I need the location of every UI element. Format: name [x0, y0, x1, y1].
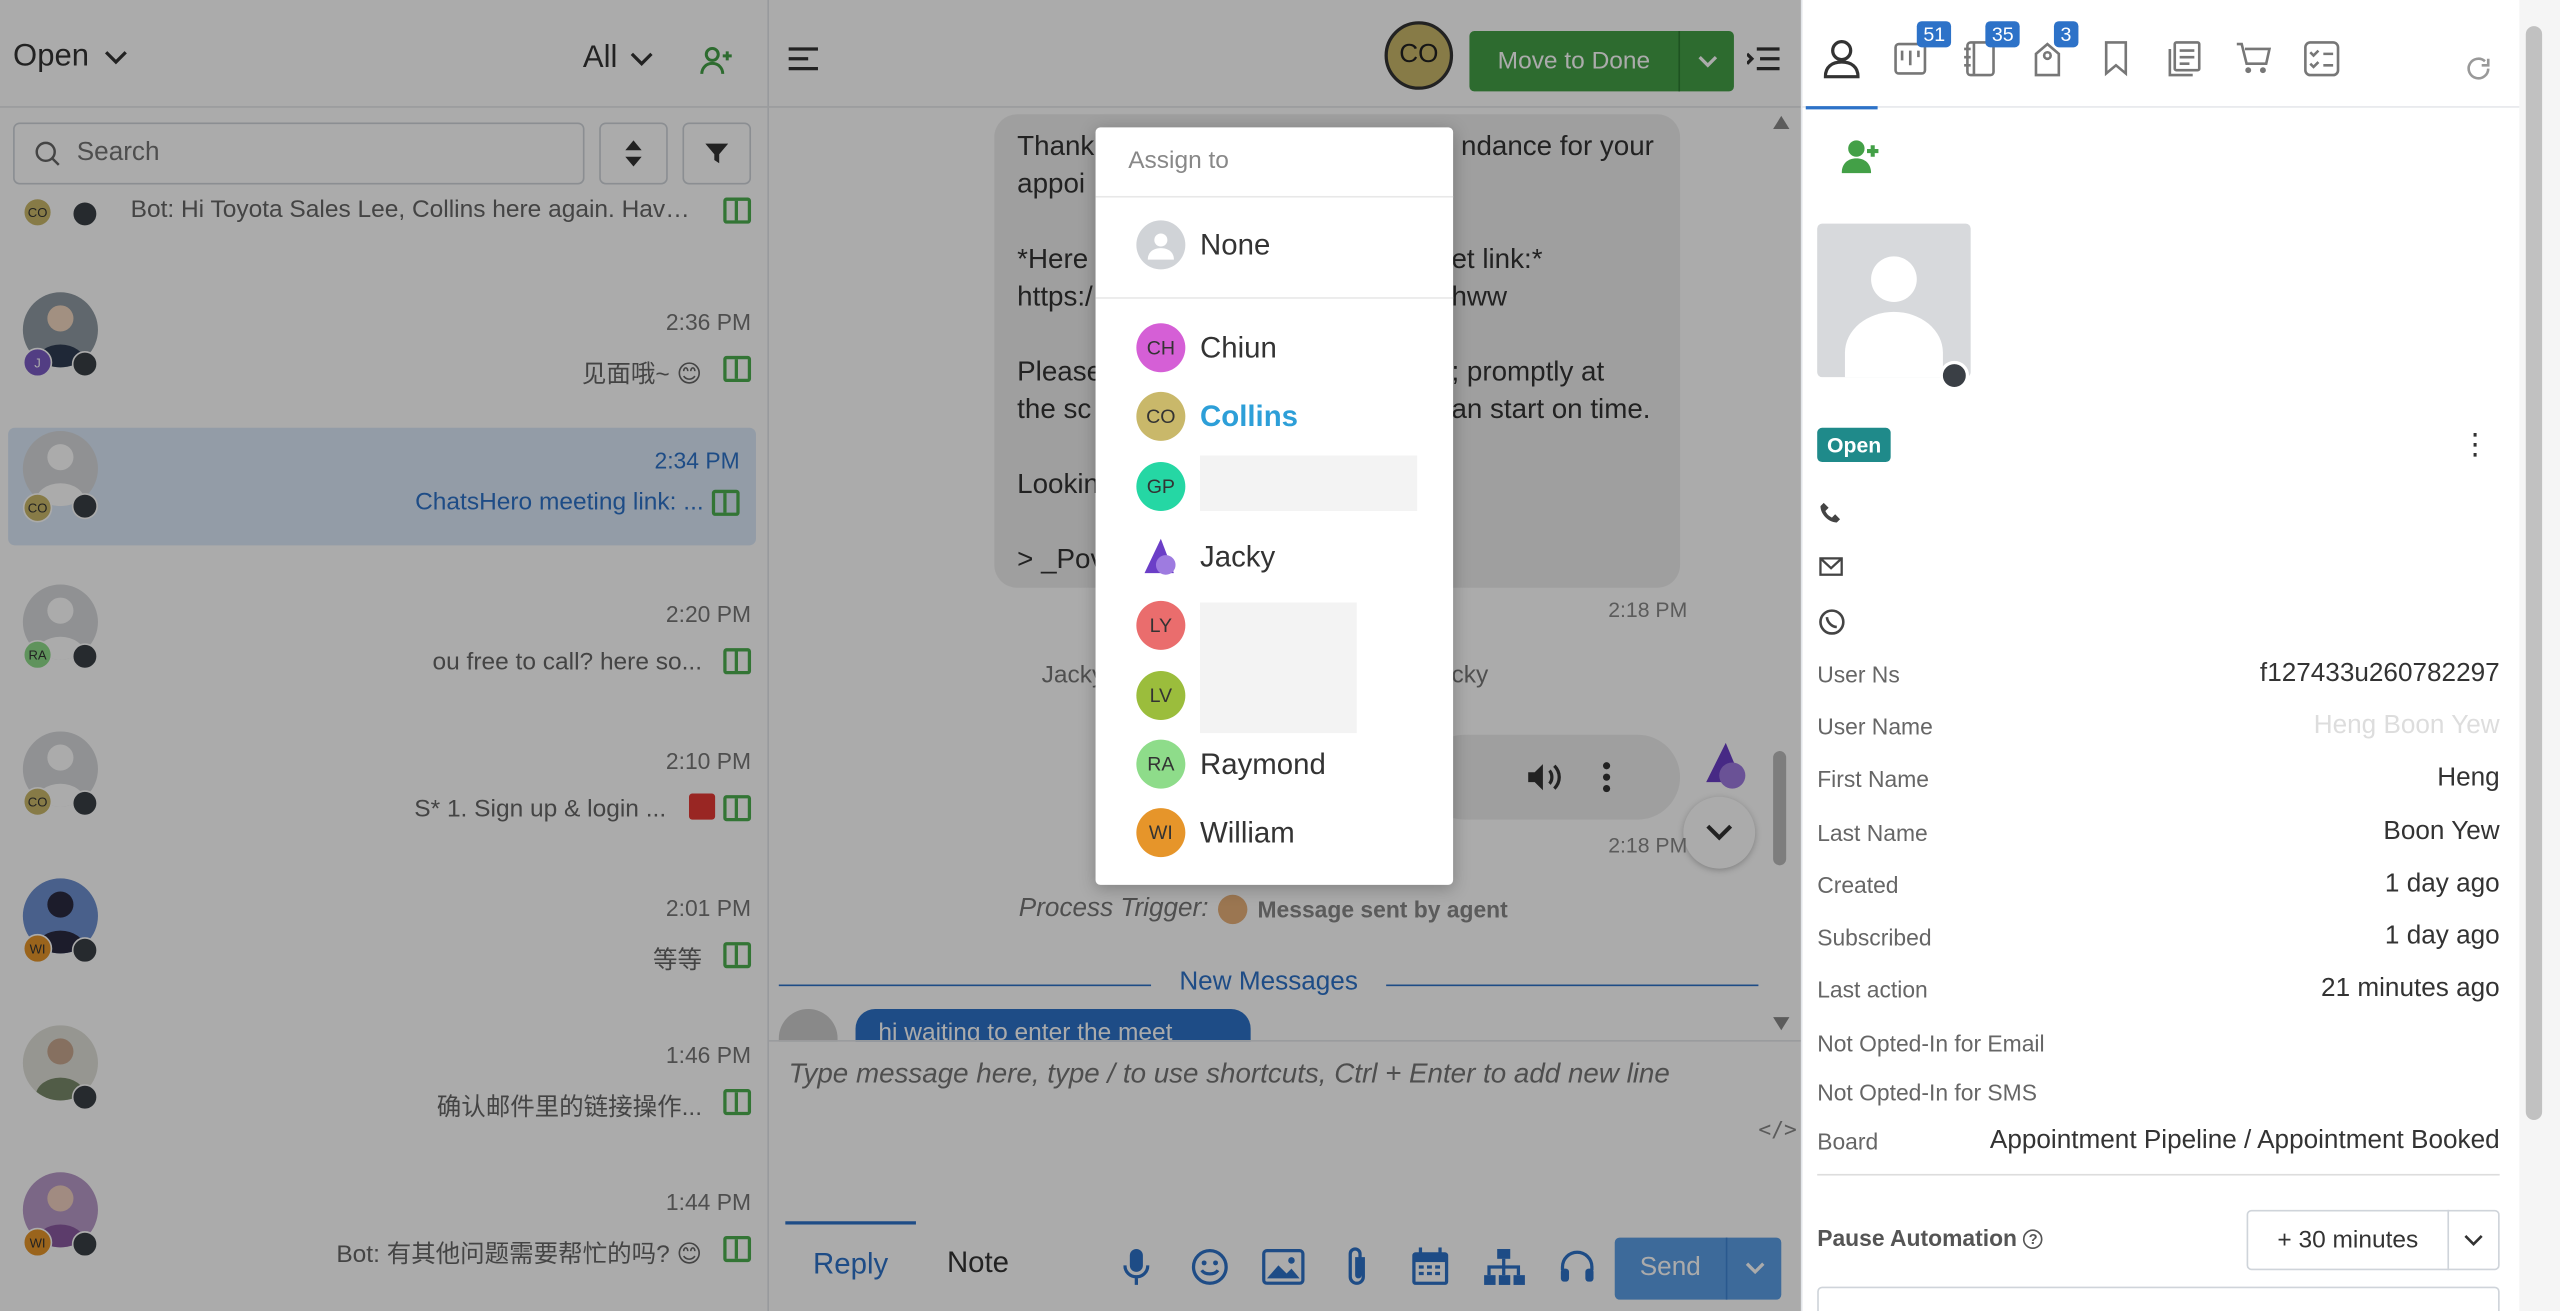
app-window: Open All CO Bot: Hi Toyota Sales Lee, Co…: [0, 0, 2560, 1311]
more-options-icon[interactable]: ⋮: [2460, 428, 2489, 462]
field-label: Not Opted-In for SMS: [1817, 1079, 2037, 1106]
assignee-name: Collins: [1200, 399, 1299, 432]
count-badge: 3: [2053, 21, 2078, 48]
field-value: 1 day ago: [2384, 870, 2500, 898]
pause-automation-text: Pause Automation: [1817, 1224, 2018, 1251]
field-value[interactable]: Heng Boon Yew: [2314, 712, 2500, 741]
field-subscribed: Subscribed 1 day ago: [1817, 919, 2499, 955]
tab-contact[interactable]: [1805, 36, 1878, 110]
field-label: First Name: [1817, 765, 1929, 792]
assign-option-chiun[interactable]: CH Chiun: [1096, 315, 1454, 380]
field-board: Board Appointment Pipeline / Appointment …: [1817, 1123, 2499, 1159]
assignee-name: None: [1200, 227, 1271, 261]
pause-automation-label: Pause Automation ?: [1817, 1225, 2043, 1251]
assignee-initials: LV: [1136, 671, 1186, 721]
tab-notes[interactable]: 35: [1956, 21, 2021, 82]
field-last-action: Last action 21 minutes ago: [1817, 971, 2499, 1007]
tab-board[interactable]: 51: [1887, 21, 1952, 82]
status-badge[interactable]: Open: [1817, 427, 1892, 463]
whatsapp-icon: [1939, 360, 1970, 391]
redacted-name: [1200, 455, 1418, 512]
assign-option-jacky[interactable]: Jacky: [1096, 524, 1454, 589]
modal-backdrop[interactable]: [0, 0, 1801, 1311]
phone-icon: [1820, 502, 1841, 523]
field-label: User Name: [1817, 713, 1933, 740]
field-value: 1 day ago: [2384, 922, 2500, 951]
document-icon: [2168, 41, 2201, 77]
field-label: Board: [1817, 1128, 1879, 1155]
field-label: Last Name: [1817, 819, 1928, 846]
refresh-icon[interactable]: [2465, 56, 2491, 82]
assignee-name: Jacky: [1200, 539, 1276, 573]
tab-checklist[interactable]: [2299, 36, 2345, 82]
divider: [1095, 297, 1454, 299]
contact-details-panel: 51 35 3 Open ⋮ User Ns f127433u260782297 …: [1800, 0, 2521, 1311]
assignee-initials: WI: [1136, 808, 1186, 858]
field-email-optin: Not Opted-In for Email: [1817, 1025, 2499, 1061]
field-created: Created 1 day ago: [1817, 867, 2499, 903]
assignee-initials: RA: [1136, 739, 1186, 789]
email-icon: [1819, 557, 1843, 576]
field-label: User Ns: [1817, 661, 1900, 688]
field-label: Not Opted-In for Email: [1817, 1030, 2045, 1057]
assignee-initials: GP: [1136, 462, 1186, 512]
assignee-name: Chiun: [1200, 330, 1277, 364]
assign-option-william[interactable]: WI William: [1096, 800, 1454, 865]
user-icon: [1136, 220, 1186, 270]
field-label: Created: [1817, 871, 1899, 898]
field-label: Subscribed: [1817, 924, 1932, 951]
count-badge: 35: [1985, 21, 2021, 48]
field-value[interactable]: Appointment Pipeline / Appointment Booke…: [1990, 1127, 2500, 1156]
pause-duration-dropdown[interactable]: + 30 minutes: [2246, 1209, 2500, 1271]
user-icon: [1823, 40, 1860, 79]
count-badge: 51: [1916, 21, 1952, 48]
checklist-icon: [2304, 41, 2340, 77]
cart-icon: [2236, 42, 2272, 74]
redacted-name: [1200, 602, 1357, 734]
add-contact-icon[interactable]: [1841, 139, 1881, 175]
field-user-name: User Name Heng Boon Yew: [1817, 709, 2499, 745]
page-scrollbar-thumb[interactable]: [2525, 26, 2543, 1121]
assign-option-raymond[interactable]: RA Raymond: [1096, 731, 1454, 796]
help-icon[interactable]: ?: [2023, 1229, 2043, 1250]
bookmark-icon: [2104, 41, 2128, 77]
assign-to-dropdown: Assign to None CH Chiun CO Collins GP Ja…: [1095, 127, 1454, 885]
field-label: Last action: [1817, 976, 1928, 1003]
field-user-ns: User Ns f127433u260782297: [1817, 656, 2499, 692]
assignee-initials: CO: [1136, 391, 1186, 441]
details-tabs: 51 35 3: [1802, 13, 2521, 110]
field-value[interactable]: Boon Yew: [2383, 818, 2499, 847]
assignee-name: William: [1200, 815, 1295, 849]
jacky-avatar: [1136, 532, 1185, 581]
chevron-down-icon[interactable]: [2449, 1234, 2498, 1247]
pause-duration-value: + 30 minutes: [2277, 1226, 2419, 1254]
field-first-name: First Name Heng: [1817, 761, 2499, 797]
field-value[interactable]: f127433u260782297: [2260, 660, 2500, 689]
divider: [1817, 1173, 2500, 1176]
field-value[interactable]: Heng: [2437, 764, 2499, 793]
assignee-name: Raymond: [1200, 746, 1326, 780]
next-field-box[interactable]: [1817, 1286, 2500, 1311]
assignee-initials: CH: [1136, 323, 1186, 373]
field-sms-optin: Not Opted-In for SMS: [1817, 1074, 2499, 1110]
tab-orders[interactable]: [2230, 36, 2276, 82]
tab-bookmarks[interactable]: [2093, 36, 2139, 82]
assign-option-collins[interactable]: CO Collins: [1096, 384, 1454, 449]
assignee-initials: LY: [1136, 600, 1186, 650]
whatsapp-icon: [1819, 609, 1845, 635]
contact-photo: [1817, 223, 1971, 378]
page-scrollbar[interactable]: [2519, 0, 2560, 1311]
field-value: 21 minutes ago: [2321, 974, 2500, 1003]
field-last-name: Last Name Boon Yew: [1817, 815, 2499, 851]
assign-to-header: Assign to: [1095, 127, 1454, 198]
assign-option-none[interactable]: None: [1096, 212, 1454, 277]
tab-documents[interactable]: [2162, 36, 2208, 82]
tab-tags[interactable]: 3: [2025, 21, 2078, 82]
